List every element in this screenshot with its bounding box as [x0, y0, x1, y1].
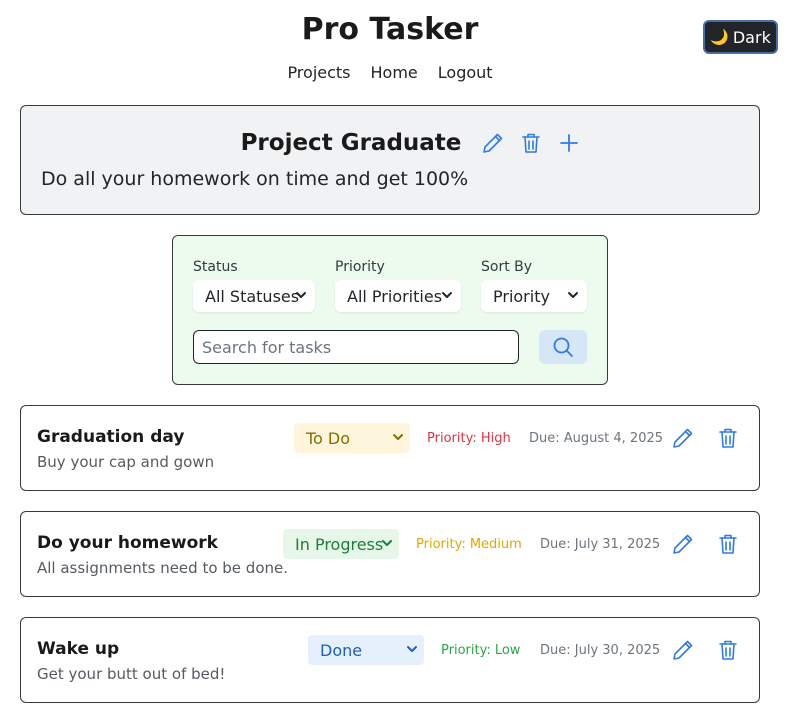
edit-icon[interactable]: [671, 532, 695, 556]
search-icon: [553, 337, 573, 357]
priority-filter-value: All Priorities: [347, 286, 443, 306]
sort-value: Priority: [493, 286, 550, 306]
task-card: Do your homework All assignments need to…: [20, 511, 760, 597]
filter-panel: Status Priority Sort By All Statuses All…: [172, 235, 608, 385]
task-description: Get your butt out of bed!: [37, 665, 226, 683]
task-priority: Priority: Low: [441, 643, 521, 658]
task-due-date: Due: July 31, 2025: [540, 537, 661, 552]
edit-icon[interactable]: [481, 131, 505, 155]
nav-link-logout[interactable]: Logout: [438, 63, 493, 82]
task-priority: Priority: High: [427, 431, 511, 446]
chevron-down-icon: [296, 292, 306, 298]
task-status-value: Done: [320, 640, 363, 660]
priority-filter-select[interactable]: All Priorities: [335, 280, 461, 312]
status-filter-value: All Statuses: [205, 286, 300, 306]
moon-icon: 🌙: [710, 28, 729, 46]
chevron-down-icon: [442, 292, 452, 298]
sort-filter-label: Sort By: [481, 259, 533, 275]
project-description: Do all your homework on time and get 100…: [41, 168, 469, 190]
task-due-date: Due: August 4, 2025: [529, 431, 664, 446]
plus-icon[interactable]: [557, 131, 581, 155]
search-input[interactable]: Search for tasks: [193, 330, 519, 364]
theme-toggle-label: Dark: [732, 27, 771, 47]
sort-select[interactable]: Priority: [481, 280, 587, 312]
trash-icon[interactable]: [717, 426, 739, 450]
trash-icon[interactable]: [717, 638, 739, 662]
task-description: All assignments need to be done.: [37, 559, 288, 577]
app-title: Pro Tasker: [301, 12, 479, 47]
chevron-down-icon: [393, 434, 403, 440]
task-priority: Priority: Medium: [416, 537, 522, 552]
status-filter-select[interactable]: All Statuses: [193, 280, 315, 312]
task-status-select[interactable]: In Progress: [283, 529, 399, 559]
project-title-row: Project Graduate: [21, 130, 761, 156]
task-due-date: Due: July 30, 2025: [540, 643, 661, 658]
task-status-select[interactable]: Done: [308, 635, 424, 665]
task-title: Do your homework: [37, 533, 218, 553]
trash-icon[interactable]: [717, 532, 739, 556]
search-placeholder: Search for tasks: [202, 337, 332, 357]
trash-icon[interactable]: [519, 131, 543, 155]
task-status-select[interactable]: To Do: [294, 423, 410, 453]
chevron-down-icon: [407, 646, 417, 652]
project-title: Project Graduate: [240, 130, 462, 156]
search-button[interactable]: [539, 330, 587, 364]
theme-toggle-button[interactable]: 🌙 Dark: [703, 20, 778, 54]
status-filter-label: Status: [193, 259, 238, 275]
task-description: Buy your cap and gown: [37, 453, 215, 471]
task-title: Wake up: [37, 639, 120, 659]
nav-link-home[interactable]: Home: [371, 63, 418, 82]
project-card: Project Graduate Do all your homework on…: [20, 105, 760, 215]
edit-icon[interactable]: [671, 638, 695, 662]
task-status-value: To Do: [306, 428, 351, 448]
edit-icon[interactable]: [671, 426, 695, 450]
priority-filter-label: Priority: [335, 259, 385, 275]
nav-link-projects[interactable]: Projects: [287, 63, 350, 82]
chevron-down-icon: [568, 292, 578, 298]
main-nav: Projects Home Logout: [0, 63, 780, 82]
task-title: Graduation day: [37, 427, 185, 447]
task-card: Wake up Get your butt out of bed! Done P…: [20, 617, 760, 703]
task-status-value: In Progress: [295, 534, 384, 554]
task-card: Graduation day Buy your cap and gown To …: [20, 405, 760, 491]
chevron-down-icon: [382, 540, 392, 546]
